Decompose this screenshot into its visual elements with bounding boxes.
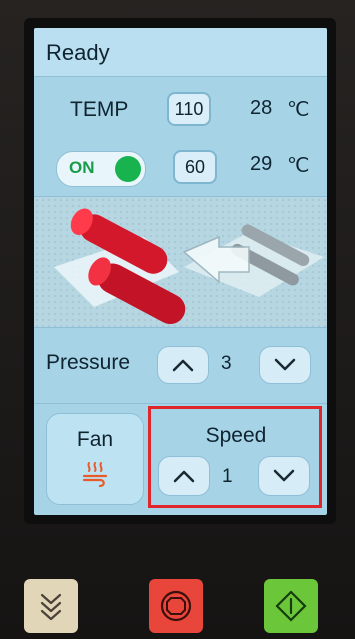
power-unit: ℃: [287, 155, 310, 177]
power-setpoint-field[interactable]: 60: [173, 150, 217, 184]
fan-label: Fan: [76, 428, 114, 451]
hardware-start-button[interactable]: [264, 579, 318, 633]
status-bar: Ready: [34, 28, 327, 77]
stop-icon: [160, 590, 192, 622]
toggle-on-label: ON: [69, 158, 95, 177]
temp-unit: ℃: [287, 99, 310, 121]
roller-illustration: [34, 196, 327, 328]
chevron-up-icon: [172, 359, 194, 372]
start-icon: [275, 590, 307, 622]
roller-diagram-icon: [34, 197, 327, 327]
temp-label: TEMP: [70, 98, 129, 121]
hardware-down-button[interactable]: [24, 579, 78, 633]
pressure-up-button[interactable]: [157, 346, 209, 384]
temp-setpoint-field[interactable]: 110: [167, 92, 211, 126]
pressure-down-button[interactable]: [259, 346, 311, 384]
pressure-value: 3: [221, 353, 232, 374]
status-title: Ready: [46, 40, 110, 65]
toggle-knob: [115, 156, 141, 182]
fan-heat-icon: [82, 462, 108, 488]
divider-lower: [34, 403, 327, 404]
hardware-stop-button[interactable]: [149, 579, 203, 633]
double-chevron-down-icon: [40, 593, 62, 621]
power-actual-value: 29: [250, 153, 273, 175]
speed-highlight-box: [148, 406, 322, 508]
temp-actual-value: 28: [250, 97, 273, 119]
device-body: Ready TEMP 110 28 ℃ ON 60 29 ℃ Pressure …: [0, 0, 355, 639]
chevron-down-icon: [274, 358, 296, 371]
fan-button[interactable]: Fan: [46, 413, 144, 505]
pressure-label: Pressure: [46, 351, 131, 374]
power-toggle[interactable]: ON: [56, 151, 146, 187]
